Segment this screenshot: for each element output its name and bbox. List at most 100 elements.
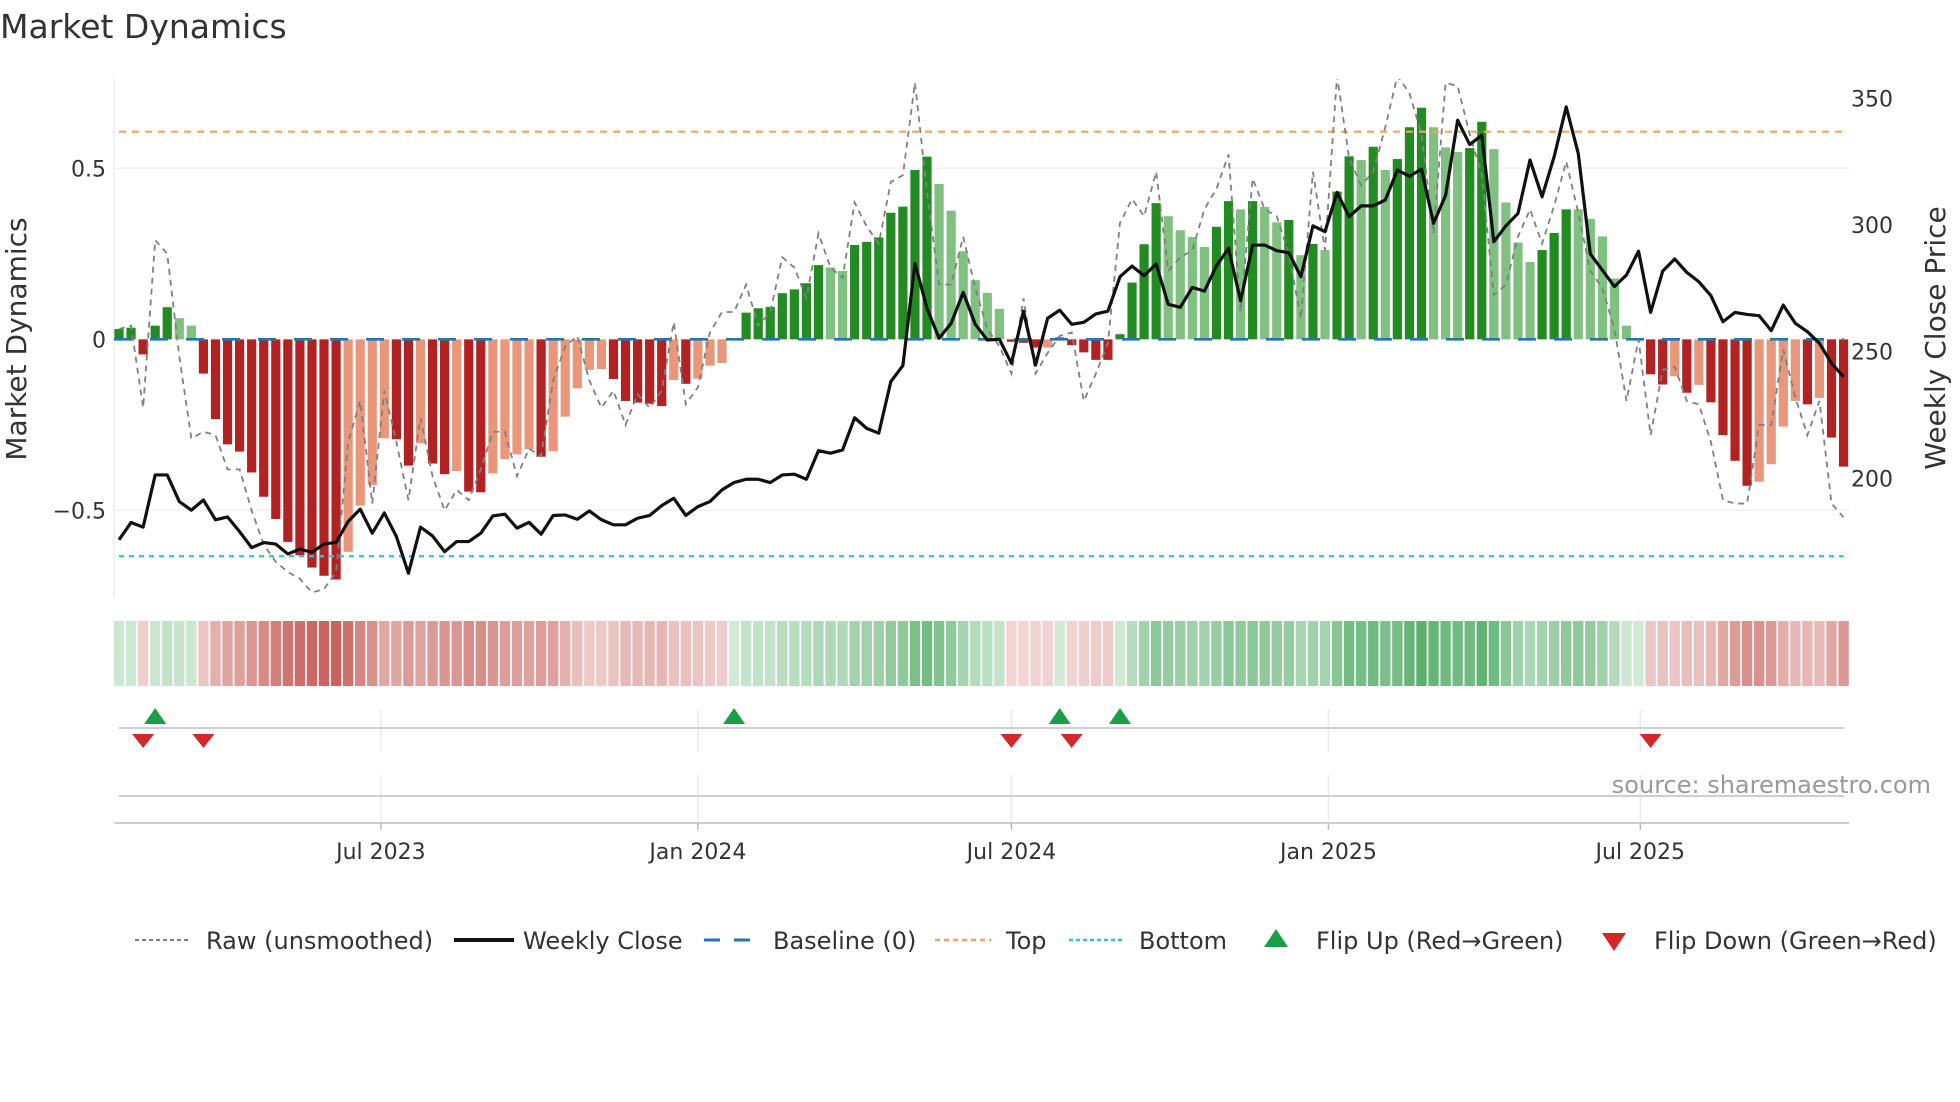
heat-strip-cell — [1476, 621, 1487, 686]
legend-label: Bottom — [1139, 927, 1227, 955]
heat-strip-cell — [1693, 621, 1705, 686]
heat-strip-cell — [149, 621, 161, 686]
heat-strip-cell — [909, 621, 921, 686]
heat-strip-cell — [318, 621, 330, 686]
momentum-bar — [862, 241, 872, 340]
heat-strip-cell — [861, 621, 872, 686]
heat-strip-cell — [1404, 621, 1415, 686]
momentum-bar — [1223, 201, 1234, 340]
heat-strip-cell — [463, 621, 474, 686]
heat-strip-cell — [1042, 621, 1053, 686]
momentum-bar — [1272, 222, 1282, 340]
heat-strip-cell — [982, 621, 993, 686]
momentum-bar — [765, 306, 775, 340]
legend-item-raw: Raw (unsmoothed) — [135, 927, 433, 955]
momentum-bar — [1392, 159, 1402, 340]
momentum-bar — [403, 339, 414, 466]
heat-strip-cell — [367, 621, 378, 686]
heat-strip-cell — [1006, 621, 1017, 686]
left-tick-label: −0.5 — [53, 499, 106, 524]
momentum-bar — [114, 329, 124, 340]
momentum-bar — [813, 265, 824, 340]
x-tick-label: Jul 2025 — [1594, 840, 1686, 865]
momentum-bar — [367, 339, 377, 486]
heat-strip-cell — [825, 621, 836, 686]
momentum-bar — [693, 339, 703, 379]
momentum-bar — [596, 339, 606, 370]
heat-strip-cell — [1573, 621, 1584, 686]
heat-strip-cell — [222, 621, 233, 686]
momentum-bar — [548, 339, 558, 452]
x-tick-label: Jul 2023 — [334, 840, 426, 865]
momentum-bar — [1416, 107, 1427, 340]
heat-strip-cell — [1536, 621, 1548, 686]
momentum-bar — [247, 339, 257, 473]
legend-label: Weekly Close — [523, 927, 683, 955]
heat-strip-cell — [294, 621, 306, 686]
heat-strip-cell — [560, 621, 571, 686]
legend: Raw (unsmoothed) Weekly Close Baseline (0)… — [135, 927, 1937, 955]
heat-strip-cell — [162, 621, 173, 686]
flip-down-marker — [192, 734, 215, 748]
momentum-bar — [1549, 232, 1559, 340]
heat-strip-cell — [1114, 621, 1126, 686]
main-panel: 0.5 0 −0.5 350 300 250 200 Market Dynamics We… — [0, 79, 1952, 598]
heat-strip-cell — [427, 621, 438, 686]
heat-strip-cell — [752, 621, 764, 686]
momentum-bar — [1694, 339, 1704, 385]
heat-strip-cell — [330, 621, 342, 686]
flip-up-marker — [1048, 708, 1071, 724]
momentum-bar — [355, 339, 365, 506]
momentum-bar — [1199, 246, 1209, 340]
heat-strip-cell — [113, 621, 125, 686]
heat-strip-cell — [994, 621, 1005, 686]
momentum-bar — [162, 307, 172, 340]
heat-strip-cell — [1741, 621, 1753, 686]
momentum-bar — [415, 339, 426, 444]
momentum-bar — [1308, 243, 1318, 340]
momentum-bar — [452, 339, 462, 472]
momentum-bar — [838, 270, 848, 340]
source-credit: source: sharemaestro.com — [1612, 771, 1931, 799]
series-lines — [117, 79, 1845, 594]
momentum-bar — [427, 339, 438, 464]
momentum-bar — [1730, 339, 1740, 461]
momentum-bar — [1091, 339, 1101, 360]
momentum-bar — [1260, 206, 1270, 340]
heat-strip-cell — [1512, 621, 1524, 686]
heat-strip-cell — [511, 621, 523, 686]
right-axis-label: Weekly Close Price — [1919, 206, 1952, 469]
heat-strip-cell — [1018, 621, 1029, 686]
heat-strip-cell — [451, 621, 462, 686]
heat-strip-cell — [1766, 621, 1777, 686]
heat-strip-cell — [355, 621, 366, 686]
momentum-bar — [777, 293, 787, 340]
heat-strip-cell — [535, 621, 547, 686]
heat-strip-cell — [1705, 621, 1717, 686]
heat-strip-cell — [837, 621, 848, 686]
momentum-bar — [150, 325, 160, 340]
momentum-bar — [1368, 146, 1378, 340]
momentum-bar — [1211, 226, 1222, 340]
legend-item-baseline: Baseline (0) — [704, 927, 916, 955]
legend-label: Flip Up (Red→Green) — [1316, 927, 1564, 955]
legend-label: Baseline (0) — [773, 927, 916, 955]
heat-strip-cell — [1247, 621, 1258, 686]
heat-strip-cell — [1729, 621, 1741, 686]
flip-down-marker — [1060, 734, 1083, 748]
momentum-bar — [681, 339, 691, 384]
left-axis-label: Market Dynamics — [0, 217, 33, 460]
heat-strip-cell — [644, 621, 655, 686]
momentum-bar — [464, 339, 474, 492]
heat-strip-cell — [1621, 621, 1632, 686]
heat-strip-cell — [632, 621, 643, 686]
momentum-bar — [1754, 339, 1764, 482]
heat-strip-cell — [1150, 621, 1162, 686]
heat-strip-cell — [897, 621, 909, 686]
momentum-bar — [222, 339, 233, 445]
heat-strip-cell — [1657, 621, 1668, 686]
heat-strip-cell — [692, 621, 704, 686]
right-axis-ticks: 350 300 250 200 — [1851, 87, 1893, 492]
heat-strip-cell — [656, 621, 667, 686]
flip-down-icon — [1602, 933, 1626, 951]
